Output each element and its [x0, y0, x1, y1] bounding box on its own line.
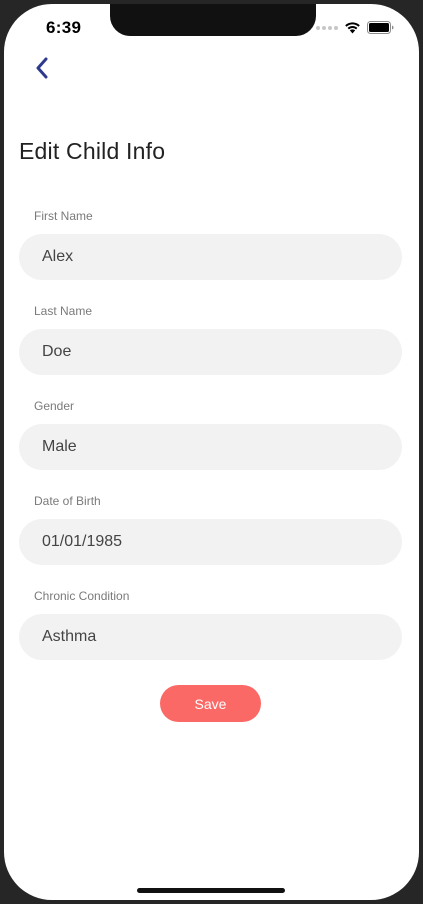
last-name-label: Last Name	[34, 304, 93, 318]
gender-label: Gender	[34, 399, 75, 413]
last-name-input[interactable]	[19, 329, 402, 375]
date-of-birth-label: Date of Birth	[34, 494, 101, 508]
date-of-birth-field-group: Date of Birth	[19, 493, 402, 565]
gender-input[interactable]	[19, 424, 402, 470]
back-button[interactable]	[28, 54, 56, 82]
status-time: 6:39	[46, 18, 82, 37]
app-screen: 6:39 Edit Child Info First Name Alex Las…	[4, 4, 419, 900]
save-button[interactable]: Save	[160, 685, 261, 722]
first-name-field-group: First Name	[19, 208, 402, 280]
first-name-input[interactable]	[19, 234, 402, 280]
date-of-birth-input[interactable]	[19, 519, 402, 565]
wifi-icon	[345, 22, 360, 34]
page-title: Edit Child Info	[19, 138, 166, 164]
home-indicator[interactable]	[137, 888, 285, 893]
phone-frame: 6:39 Edit Child Info First Name Alex Las…	[0, 0, 423, 904]
device-notch	[110, 4, 316, 36]
gender-field-group: Gender	[19, 398, 402, 470]
battery-icon	[367, 21, 394, 34]
chronic-condition-input[interactable]	[19, 614, 402, 660]
cellular-signal-icon	[316, 25, 338, 30]
first-name-label: First Name	[34, 209, 93, 223]
chronic-condition-label: Chronic Condition	[34, 589, 130, 603]
chronic-condition-field-group: Chronic Condition	[19, 588, 402, 660]
chevron-left-icon	[36, 57, 48, 79]
status-icons	[316, 21, 394, 34]
last-name-field-group: Last Name	[19, 303, 402, 375]
